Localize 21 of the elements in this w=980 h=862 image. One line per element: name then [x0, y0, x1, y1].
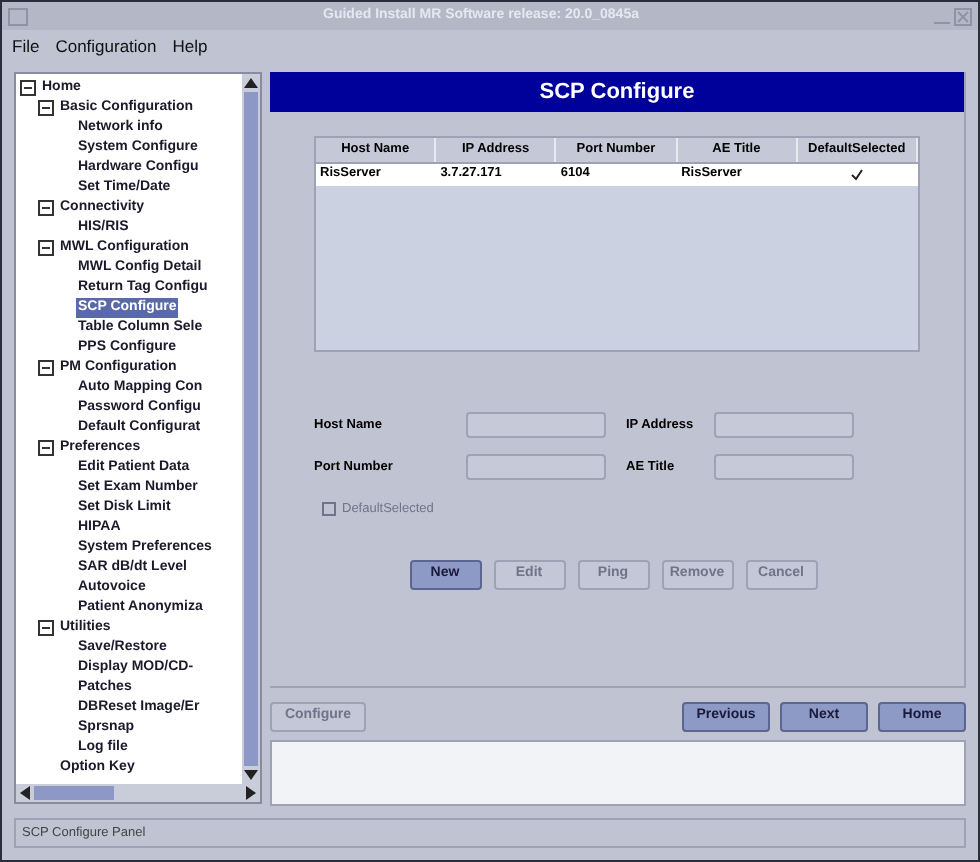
collapse-icon[interactable]: [38, 620, 54, 636]
scroll-thumb[interactable]: [34, 786, 114, 800]
text-field[interactable]: [714, 412, 854, 438]
menu-item[interactable]: Configuration: [55, 33, 157, 59]
horizontal-scrollbar[interactable]: [16, 784, 260, 802]
scroll-thumb[interactable]: [244, 92, 258, 766]
text-field[interactable]: [466, 412, 606, 438]
text-field[interactable]: [714, 454, 854, 480]
panel-title: SCP Configure: [539, 77, 695, 108]
menu-item[interactable]: File: [12, 33, 40, 59]
scroll-left-icon[interactable]: [16, 786, 34, 800]
scroll-up-icon[interactable]: [242, 74, 260, 92]
collapse-icon[interactable]: [38, 200, 54, 216]
menu-item[interactable]: Help: [172, 33, 208, 59]
collapse-icon[interactable]: [20, 80, 36, 96]
collapse-icon[interactable]: [38, 240, 54, 256]
vertical-scrollbar[interactable]: [242, 74, 260, 784]
collapse-icon[interactable]: [38, 440, 54, 456]
text-field[interactable]: [466, 454, 606, 480]
collapse-icon[interactable]: [38, 360, 54, 376]
collapse-icon[interactable]: [38, 100, 54, 116]
